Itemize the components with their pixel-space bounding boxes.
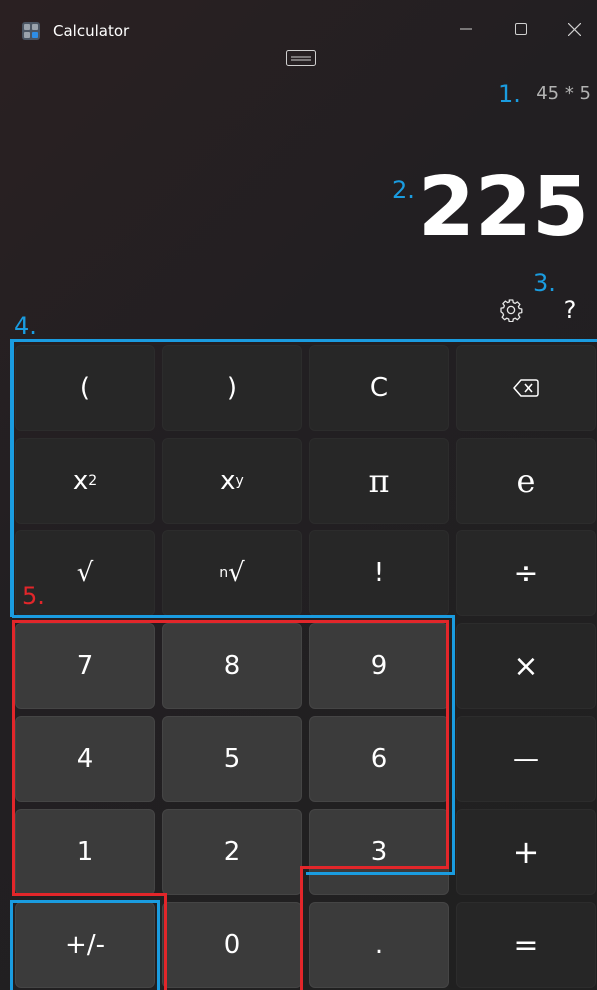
close-icon <box>567 22 581 36</box>
calculator-icon <box>22 22 40 40</box>
expression-display: 45 * 5 <box>536 83 591 104</box>
digit-4-key[interactable]: 4 <box>15 716 155 802</box>
backspace-icon <box>513 379 539 397</box>
nth-root-index: n <box>219 565 229 581</box>
plus-key[interactable]: + <box>456 809 596 895</box>
x-power-y-key[interactable]: xy <box>162 438 302 524</box>
divide-key[interactable]: ÷ <box>456 530 596 616</box>
x-squared-key[interactable]: x2 <box>15 438 155 524</box>
x-squared-base: x <box>72 466 89 496</box>
keep-on-top-button[interactable] <box>286 50 316 70</box>
multiply-key[interactable]: × <box>456 623 596 709</box>
factorial-key[interactable]: ! <box>309 530 449 616</box>
euler-e-key[interactable]: e <box>456 438 596 524</box>
x-power-base: x <box>220 466 236 496</box>
decimal-key[interactable]: . <box>309 902 449 988</box>
window-title: Calculator <box>53 22 130 40</box>
annotation-4-left-line <box>10 339 14 617</box>
annotation-1: 1. <box>498 80 521 108</box>
digit-1-key[interactable]: 1 <box>15 809 155 895</box>
close-paren-key[interactable]: ) <box>162 345 302 431</box>
keep-on-top-icon <box>286 50 316 66</box>
nth-root-symbol: √ <box>228 558 245 588</box>
x-squared-exponent: 2 <box>88 473 98 489</box>
help-icon: ? <box>563 296 577 324</box>
annotation-4-top-line <box>12 339 597 342</box>
minimize-button[interactable] <box>452 18 480 40</box>
annotation-4: 4. <box>14 312 37 340</box>
backspace-key[interactable] <box>456 345 596 431</box>
equals-key[interactable]: = <box>456 902 596 988</box>
digit-5-key[interactable]: 5 <box>162 716 302 802</box>
clear-key[interactable]: C <box>309 345 449 431</box>
digit-7-key[interactable]: 7 <box>15 623 155 709</box>
negate-key[interactable]: +/- <box>15 902 155 988</box>
digit-3-key[interactable]: 3 <box>309 809 449 895</box>
digit-0-key[interactable]: 0 <box>162 902 302 988</box>
digit-6-key[interactable]: 6 <box>309 716 449 802</box>
annotation-3: 3. <box>533 269 556 297</box>
annotation-5: 5. <box>22 582 45 610</box>
minimize-icon <box>460 28 472 30</box>
settings-button[interactable] <box>497 296 525 324</box>
maximize-button[interactable] <box>507 18 535 40</box>
digit-8-key[interactable]: 8 <box>162 623 302 709</box>
result-display: 225 <box>417 160 589 255</box>
digit-9-key[interactable]: 9 <box>309 623 449 709</box>
minus-key[interactable]: — <box>456 716 596 802</box>
nth-root-key[interactable]: n √ <box>162 530 302 616</box>
x-power-exponent: y <box>235 473 244 489</box>
digit-2-key[interactable]: 2 <box>162 809 302 895</box>
annotation-2: 2. <box>392 176 415 204</box>
pi-key[interactable]: π <box>309 438 449 524</box>
maximize-icon <box>515 23 527 35</box>
annotation-4-right-line <box>452 615 455 875</box>
title-bar: Calculator <box>0 0 597 54</box>
gear-icon <box>500 299 523 322</box>
open-paren-key[interactable]: ( <box>15 345 155 431</box>
help-button[interactable]: ? <box>557 295 583 325</box>
close-button[interactable] <box>560 18 588 40</box>
calculator-window: Calculator 1. 45 * 5 2. 225 3. ? 4. ( ) <box>0 0 597 990</box>
